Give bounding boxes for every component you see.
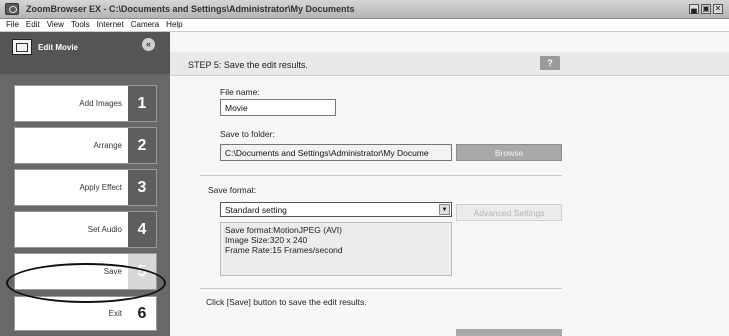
menu-camera[interactable]: Camera (128, 19, 163, 31)
instruction-text: Click [Save] button to save the edit res… (206, 297, 367, 307)
step-number: 3 (128, 170, 156, 205)
window-controls: ▄ ▣ ✕ (689, 4, 723, 14)
file-name-label: File name: (220, 87, 260, 97)
file-name-input[interactable]: Movie (220, 99, 336, 116)
section-divider (200, 288, 562, 289)
sidebar-title: Edit Movie (38, 43, 79, 52)
format-info-line: Frame Rate:15 Frames/second (225, 245, 343, 255)
app-icon (5, 3, 19, 15)
format-info-line: Image Size:320 x 240 (225, 235, 308, 245)
main-panel: STEP 5: Save the edit results. ? File na… (170, 32, 729, 336)
menu-help[interactable]: Help (163, 19, 186, 31)
menu-file[interactable]: File (3, 19, 23, 31)
highlight-circle (6, 263, 166, 303)
step-number: 1 (128, 86, 156, 121)
format-info-line: Save format:MotionJPEG (AVI) (225, 225, 342, 235)
step-number: 2 (128, 128, 156, 163)
menu-tools[interactable]: Tools (68, 19, 94, 31)
step-add-images-button[interactable]: Add Images 1 (14, 85, 157, 122)
save-format-select[interactable]: Standard setting ▼ (220, 202, 452, 217)
window-title: ZoomBrowser EX - C:\Documents and Settin… (26, 4, 355, 14)
step-number: 6 (128, 297, 156, 330)
menu-view[interactable]: View (44, 19, 68, 31)
title-bar: ZoomBrowser EX - C:\Documents and Settin… (0, 0, 729, 19)
advanced-settings-button[interactable]: Advanced Settings (456, 204, 562, 221)
collapse-icon[interactable]: « (142, 38, 155, 51)
step-label: Exit (108, 309, 122, 318)
step-label: Add Images (79, 99, 122, 108)
save-format-label: Save format: (208, 185, 257, 195)
step-arrange-button[interactable]: Arrange 2 (14, 127, 157, 164)
help-button[interactable]: ? (540, 56, 560, 70)
step-label: Arrange (93, 141, 122, 150)
step-label: Apply Effect (79, 183, 122, 192)
minimize-button[interactable]: ▄ (689, 4, 699, 14)
browse-button[interactable]: Browse (456, 144, 562, 161)
format-info-box: Save format:MotionJPEG (AVI) Image Size:… (220, 222, 452, 276)
menu-internet[interactable]: Internet (94, 19, 128, 31)
save-action-button[interactable] (456, 329, 562, 336)
save-format-value: Standard setting (225, 205, 287, 215)
sidebar-header: Edit Movie « (0, 32, 170, 74)
step-header: STEP 5: Save the edit results. ? (170, 52, 729, 76)
save-folder-field[interactable]: C:\Documents and Settings\Administrator\… (220, 144, 452, 161)
step-apply-effect-button[interactable]: Apply Effect 3 (14, 169, 157, 206)
step-set-audio-button[interactable]: Set Audio 4 (14, 211, 157, 248)
step-number: 4 (128, 212, 156, 247)
menu-edit[interactable]: Edit (23, 19, 44, 31)
menu-bar: File Edit View Tools Internet Camera Hel… (0, 19, 729, 32)
close-button[interactable]: ✕ (713, 4, 723, 14)
maximize-button[interactable]: ▣ (701, 4, 711, 14)
save-folder-label: Save to folder: (220, 129, 275, 139)
step-title: STEP 5: Save the edit results. (188, 60, 308, 70)
section-divider (200, 175, 562, 176)
step-label: Set Audio (87, 225, 122, 234)
edit-movie-icon (12, 39, 32, 55)
chevron-down-icon[interactable]: ▼ (439, 204, 450, 215)
